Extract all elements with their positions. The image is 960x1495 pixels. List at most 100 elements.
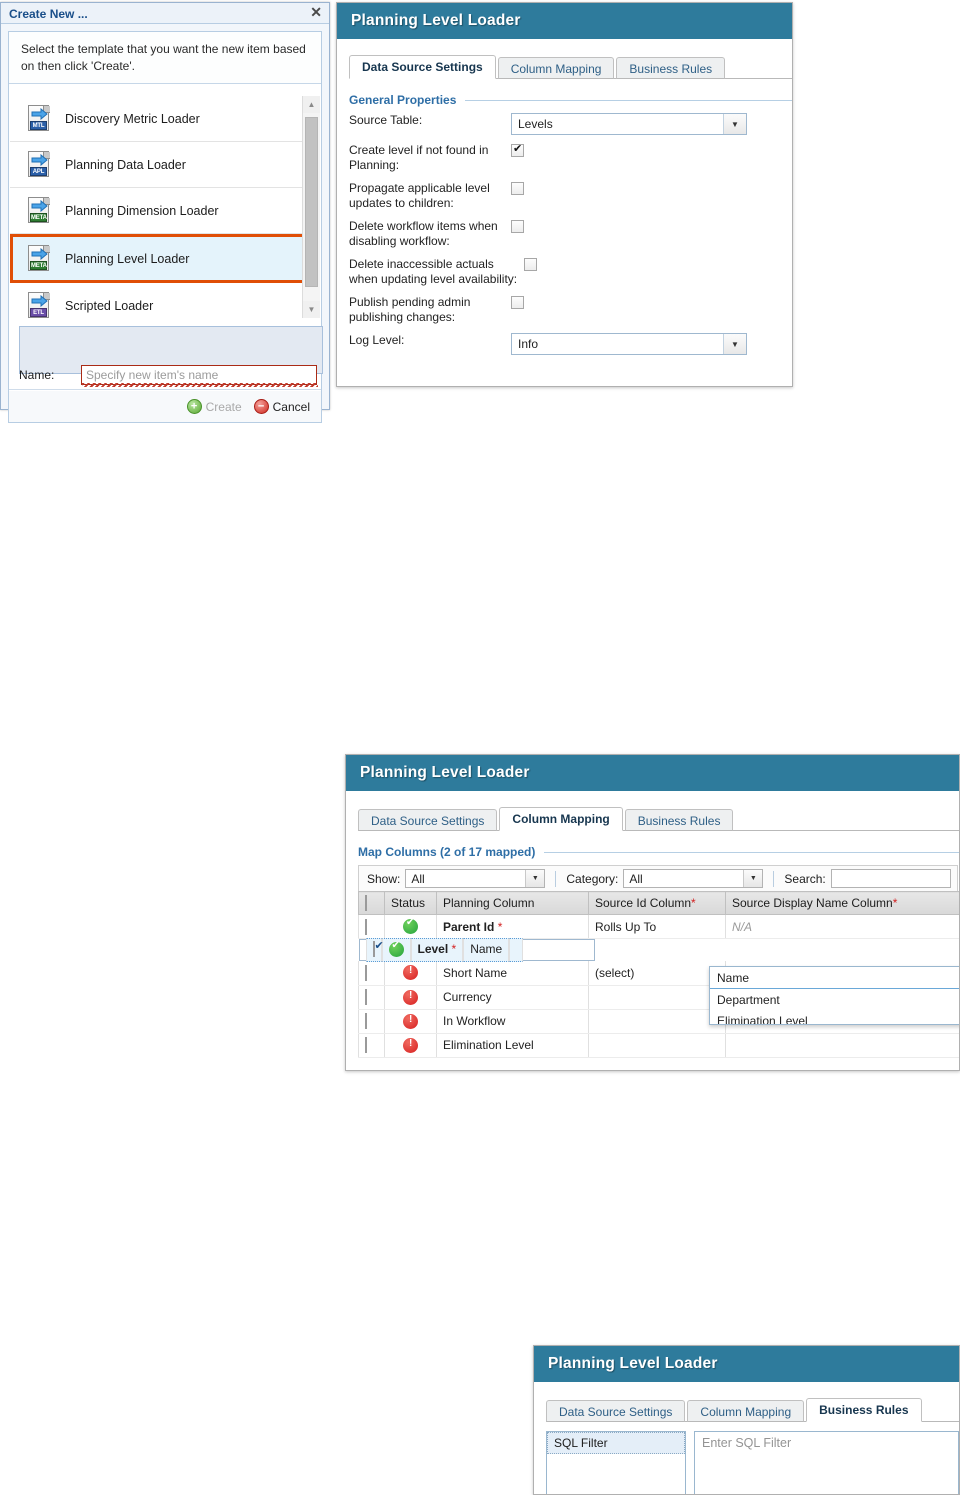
create-level-checkbox[interactable]	[511, 144, 524, 157]
select-all-checkbox[interactable]	[365, 895, 367, 911]
row-select-cell[interactable]	[359, 985, 385, 1009]
loader-type-tag: META	[30, 213, 47, 222]
search-input[interactable]	[831, 869, 951, 888]
dropdown-option[interactable]: Department	[710, 989, 960, 1011]
row-select-cell[interactable]	[366, 938, 382, 962]
tab-business-rules[interactable]: Business Rules	[616, 57, 725, 79]
row-source-id-column[interactable]: Rolls Up To	[589, 915, 726, 939]
publish-pending-changes-checkbox[interactable]	[511, 296, 524, 309]
tab-data-source-settings[interactable]: Data Source Settings	[546, 1400, 685, 1422]
planning-column-value: Parent Id	[443, 920, 494, 934]
tabstrip: Data Source Settings Column Mapping Busi…	[349, 55, 792, 79]
chevron-down-icon[interactable]: ▼	[723, 114, 746, 134]
delete-workflow-items-checkbox[interactable]	[511, 220, 524, 233]
section-label: Map Columns (2 of 17 mapped)	[358, 845, 535, 859]
create-new-dialog: Create New ... ✕ Select the template tha…	[0, 2, 330, 410]
create-button[interactable]: + Create	[187, 399, 242, 414]
row-source-id-column[interactable]	[589, 985, 726, 1009]
tab-data-source-settings[interactable]: Data Source Settings	[358, 809, 497, 831]
row-checkbox[interactable]	[365, 1013, 367, 1029]
status-error-icon	[403, 1014, 418, 1029]
new-item-name-input[interactable]: Specify new item's name	[81, 365, 317, 385]
log-level-value: Info	[518, 337, 538, 351]
row-source-id-column[interactable]	[589, 1009, 726, 1033]
column-header-planning-column[interactable]: Planning Column	[437, 892, 589, 915]
row-source-id-column[interactable]: (select)	[589, 961, 726, 985]
field-label: Delete workflow items when disabling wor…	[349, 219, 511, 249]
delete-inaccessible-actuals-checkbox[interactable]	[524, 258, 537, 271]
show-label: Show:	[367, 872, 400, 886]
row-checkbox[interactable]	[365, 919, 367, 935]
source-display-name-dropdown[interactable]: Name Department Elimination Level	[709, 966, 960, 1025]
tab-business-rules[interactable]: Business Rules	[806, 1398, 921, 1422]
row-status-cell	[385, 915, 437, 939]
section-rule	[465, 100, 792, 101]
field-log-level: Log Level: Info ▼	[349, 333, 792, 355]
select-all-header[interactable]	[359, 892, 385, 915]
list-item[interactable]: APL Planning Data Loader	[10, 142, 316, 188]
column-header-source-display-name-column[interactable]: Source Display Name Column*	[726, 892, 960, 915]
close-icon[interactable]: ✕	[310, 5, 322, 19]
row-source-id-column[interactable]: Name	[463, 938, 509, 962]
row-status-cell	[385, 985, 437, 1009]
list-item[interactable]: ETL Scripted Loader	[10, 283, 316, 318]
row-source-id-column[interactable]	[589, 1033, 726, 1057]
row-source-display-column[interactable]	[726, 1033, 960, 1057]
rule-list[interactable]: SQL Filter	[546, 1431, 686, 1495]
row-select-cell[interactable]	[359, 961, 385, 985]
table-row[interactable]: Elimination Level	[359, 1033, 960, 1057]
list-item-selected[interactable]: META Planning Level Loader	[10, 234, 316, 283]
row-select-cell[interactable]	[359, 1033, 385, 1057]
scroll-up-icon[interactable]: ▲	[303, 96, 320, 113]
cancel-button[interactable]: − Cancel	[254, 399, 310, 414]
data-source-settings-panel: Planning Level Loader Data Source Settin…	[336, 2, 793, 387]
log-level-select[interactable]: Info ▼	[511, 333, 747, 355]
dropdown-option-selected[interactable]: Name	[710, 967, 960, 989]
row-source-display-column[interactable]	[509, 938, 523, 962]
tab-business-rules[interactable]: Business Rules	[625, 809, 734, 831]
scrollbar-thumb[interactable]	[305, 117, 318, 287]
row-checkbox[interactable]	[373, 941, 375, 957]
rule-list-item[interactable]: SQL Filter	[547, 1432, 685, 1454]
tab-column-mapping[interactable]: Column Mapping	[498, 57, 615, 79]
table-row[interactable]: Parent Id * Rolls Up To N/A	[359, 915, 960, 939]
chevron-down-icon[interactable]: ▼	[525, 870, 544, 887]
row-select-cell[interactable]	[359, 915, 385, 939]
search-label: Search:	[784, 872, 825, 886]
table-row-selected[interactable]: Level * Name	[359, 939, 595, 961]
chevron-down-icon[interactable]: ▼	[743, 870, 762, 887]
validation-squiggle	[82, 383, 318, 387]
list-item[interactable]: META Planning Dimension Loader	[10, 188, 316, 234]
required-marker: *	[498, 920, 503, 934]
panel-title: Planning Level Loader	[346, 755, 959, 791]
list-item[interactable]: MTL Discovery Metric Loader	[10, 96, 316, 142]
row-checkbox[interactable]	[365, 1037, 367, 1053]
dialog-instruction: Select the template that you want the ne…	[9, 32, 321, 84]
tab-data-source-settings[interactable]: Data Source Settings	[349, 55, 496, 79]
source-table-select[interactable]: Levels ▼	[511, 113, 747, 135]
scroll-down-icon[interactable]: ▼	[303, 301, 320, 318]
row-status-cell	[385, 961, 437, 985]
chevron-down-icon[interactable]: ▼	[723, 334, 746, 354]
tab-column-mapping[interactable]: Column Mapping	[687, 1400, 804, 1422]
column-header-status[interactable]: Status	[385, 892, 437, 915]
sql-filter-editor[interactable]: Enter SQL Filter	[694, 1431, 959, 1495]
category-filter-select[interactable]: All ▼	[623, 869, 763, 888]
show-filter-select[interactable]: All ▼	[405, 869, 545, 888]
column-header-source-id-column[interactable]: Source Id Column*	[589, 892, 726, 915]
template-list[interactable]: MTL Discovery Metric Loader APL Planning…	[10, 96, 316, 318]
row-checkbox[interactable]	[365, 965, 367, 981]
header-text: Source Id Column	[595, 896, 691, 910]
template-list-scrollbar[interactable]: ▲ ▼	[302, 96, 320, 318]
row-source-display-column: N/A	[726, 915, 960, 939]
tab-column-mapping[interactable]: Column Mapping	[499, 807, 622, 831]
propagate-updates-checkbox[interactable]	[511, 182, 524, 195]
row-checkbox[interactable]	[365, 989, 367, 1005]
divider	[773, 871, 774, 887]
panel-title: Planning Level Loader	[337, 3, 792, 39]
table-header-row: Status Planning Column Source Id Column*…	[359, 892, 960, 915]
row-select-cell[interactable]	[359, 1009, 385, 1033]
list-item-label: Planning Dimension Loader	[65, 204, 219, 218]
dropdown-option[interactable]: Elimination Level	[710, 1011, 960, 1024]
loader-type-tag: META	[30, 261, 47, 270]
